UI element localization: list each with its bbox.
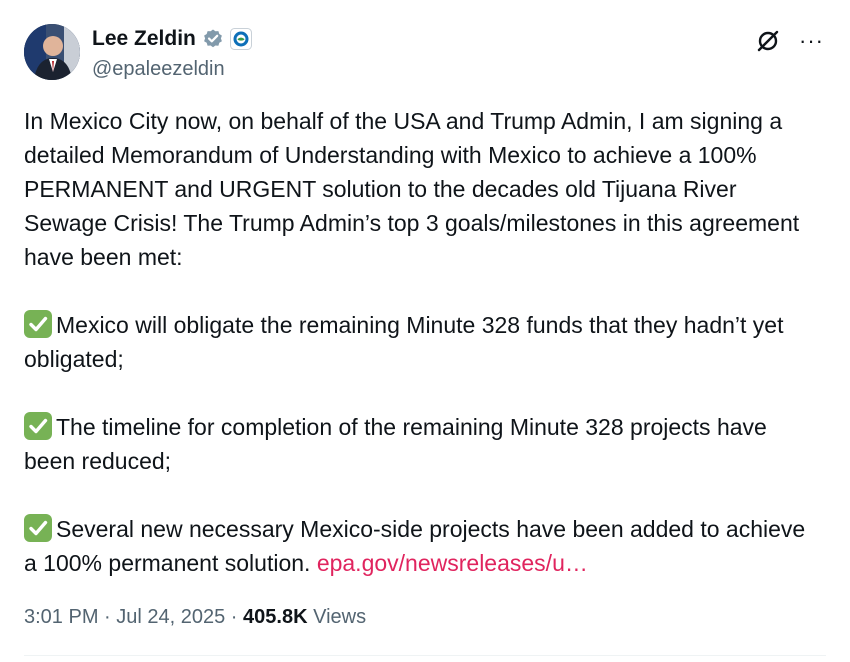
author-name[interactable]: Lee Zeldin bbox=[92, 27, 196, 51]
check-mark-icon bbox=[24, 412, 52, 440]
tweet-text: In Mexico City now, on behalf of the USA… bbox=[24, 104, 824, 580]
tweet-date[interactable]: Jul 24, 2025 bbox=[116, 606, 225, 628]
views-count: 405.8K bbox=[243, 606, 308, 628]
author-row: Lee Zeldin bbox=[92, 27, 252, 51]
divider bbox=[24, 655, 826, 656]
tweet-point-2: The timeline for completion of the remai… bbox=[24, 410, 824, 478]
check-mark-icon bbox=[24, 310, 52, 338]
tweet-point-1-text: Mexico will obligate the remaining Minut… bbox=[24, 312, 784, 372]
tweet-point-2-text: The timeline for completion of the remai… bbox=[24, 414, 767, 474]
tweet-point-3: Several new necessary Mexico-side projec… bbox=[24, 512, 824, 580]
author-handle[interactable]: @epaleezeldin bbox=[92, 58, 225, 81]
verified-badge-icon[interactable] bbox=[202, 28, 224, 50]
epa-logo-icon[interactable] bbox=[229, 28, 252, 50]
meta-separator: · bbox=[98, 606, 117, 628]
tweet-time[interactable]: 3:01 PM bbox=[24, 606, 98, 628]
tweet-actions-top: ··· bbox=[755, 28, 824, 59]
more-icon[interactable]: ··· bbox=[799, 29, 824, 52]
tweet-point-1: Mexico will obligate the remaining Minut… bbox=[24, 308, 824, 376]
meta-separator: · bbox=[225, 606, 244, 628]
tweet-link[interactable]: epa.gov/newsreleases/u… bbox=[317, 550, 588, 576]
avatar[interactable] bbox=[24, 24, 80, 80]
tweet: Lee Zeldin @epaleezeldin ··· In Mexico C… bbox=[0, 0, 850, 662]
grok-icon[interactable] bbox=[755, 28, 781, 59]
tweet-meta: 3:01 PM · Jul 24, 2025 · 405.8K Views bbox=[24, 606, 366, 629]
check-mark-icon bbox=[24, 514, 52, 542]
tweet-intro: In Mexico City now, on behalf of the USA… bbox=[24, 108, 800, 270]
views-label: Views bbox=[307, 606, 367, 628]
